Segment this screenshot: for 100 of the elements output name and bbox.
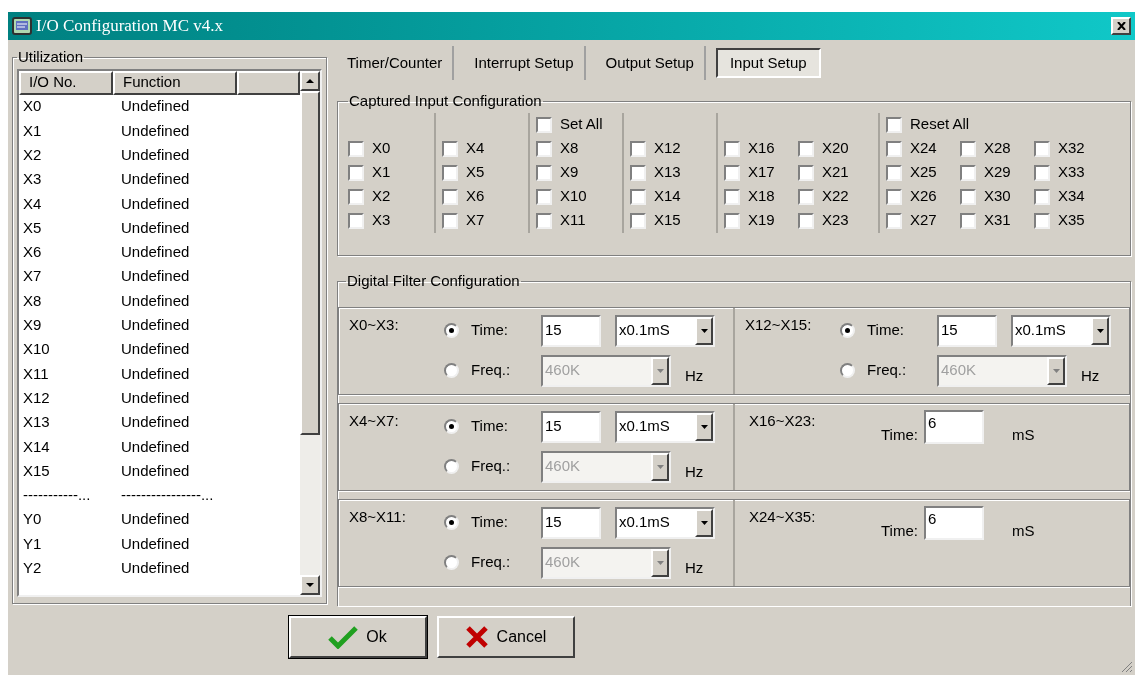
checkbox-label: X4 bbox=[466, 138, 485, 159]
radio-button[interactable] bbox=[840, 323, 855, 338]
checkbox[interactable] bbox=[1034, 188, 1050, 205]
dropdown-arrow-button[interactable] bbox=[1047, 356, 1065, 385]
time-field[interactable]: 6 bbox=[923, 409, 984, 444]
scroll-up-button[interactable] bbox=[300, 70, 320, 91]
checkbox[interactable] bbox=[536, 116, 552, 133]
checkbox[interactable] bbox=[724, 140, 740, 157]
dropdown-arrow-button[interactable] bbox=[1091, 316, 1109, 345]
checkbox[interactable] bbox=[630, 212, 646, 229]
checkbox[interactable] bbox=[348, 188, 364, 205]
time-field[interactable]: 15 bbox=[541, 506, 601, 539]
radio-button[interactable] bbox=[444, 515, 459, 530]
dropdown-arrow-button[interactable] bbox=[651, 356, 669, 385]
dropdown-arrow-button[interactable] bbox=[651, 452, 669, 481]
radio-button[interactable] bbox=[444, 459, 459, 474]
tab[interactable]: Input Setup bbox=[715, 48, 821, 78]
checkbox[interactable] bbox=[724, 164, 740, 181]
dropdown-arrow-button[interactable] bbox=[695, 316, 713, 345]
close-icon bbox=[1116, 22, 1126, 30]
unit-dropdown[interactable]: x0.1mS bbox=[615, 314, 715, 347]
table-cell-text: Undefined bbox=[120, 509, 190, 530]
checkbox[interactable] bbox=[798, 212, 814, 229]
dropdown-arrow-button[interactable] bbox=[695, 508, 713, 537]
checkbox[interactable] bbox=[348, 164, 364, 181]
checkbox-label: X5 bbox=[466, 162, 485, 183]
checkbox[interactable] bbox=[630, 164, 646, 181]
checkbox[interactable] bbox=[1034, 140, 1050, 157]
checkbox[interactable] bbox=[724, 188, 740, 205]
time-field[interactable]: 15 bbox=[541, 314, 601, 347]
checkbox[interactable] bbox=[442, 140, 458, 157]
table-cell-text: Undefined bbox=[120, 242, 190, 263]
radio-button[interactable] bbox=[444, 555, 459, 570]
dropdown-arrow-button[interactable] bbox=[651, 548, 669, 577]
checkbox-label: X3 bbox=[372, 210, 391, 231]
group-title: Digital Filter Configuration bbox=[346, 271, 521, 291]
checkbox[interactable] bbox=[630, 140, 646, 157]
group-title: Utilization bbox=[17, 47, 85, 67]
freq-label: Freq.: bbox=[471, 456, 512, 477]
checkbox[interactable] bbox=[798, 140, 814, 157]
table-cell-text: X3 bbox=[22, 169, 43, 190]
checkbox[interactable] bbox=[348, 140, 364, 157]
checkbox[interactable] bbox=[536, 188, 552, 205]
checkbox[interactable] bbox=[960, 164, 976, 181]
table-cell-text: X6 bbox=[22, 242, 43, 263]
unit-dropdown[interactable]: x0.1mS bbox=[615, 410, 715, 443]
checkbox-label: X12 bbox=[654, 138, 681, 159]
checkbox[interactable] bbox=[960, 212, 976, 229]
radio-button[interactable] bbox=[840, 363, 855, 378]
scrollbar[interactable] bbox=[300, 70, 320, 595]
column-header[interactable] bbox=[237, 70, 300, 95]
radio-button[interactable] bbox=[444, 323, 459, 338]
dropdown-arrow-button[interactable] bbox=[695, 412, 713, 441]
checkbox[interactable] bbox=[798, 164, 814, 181]
checkbox[interactable] bbox=[960, 140, 976, 157]
checkbox-label: X25 bbox=[910, 162, 937, 183]
checkbox[interactable] bbox=[724, 212, 740, 229]
checkbox[interactable] bbox=[536, 140, 552, 157]
ms-unit-label: mS bbox=[1011, 520, 1035, 541]
close-button[interactable] bbox=[1111, 17, 1131, 35]
checkbox[interactable] bbox=[886, 212, 902, 229]
tab[interactable]: Timer/Counter bbox=[337, 46, 455, 80]
freq-dropdown: 460K bbox=[541, 546, 671, 579]
scroll-thumb[interactable] bbox=[300, 90, 320, 435]
checkbox-label: X17 bbox=[748, 162, 775, 183]
time-field[interactable]: 15 bbox=[937, 314, 997, 347]
column-header[interactable]: Function bbox=[113, 70, 237, 95]
unit-dropdown[interactable]: x0.1mS bbox=[615, 506, 715, 539]
freq-label: Freq.: bbox=[471, 552, 512, 573]
checkbox[interactable] bbox=[886, 164, 902, 181]
checkbox-label: X30 bbox=[984, 186, 1011, 207]
checkbox[interactable] bbox=[442, 212, 458, 229]
checkbox[interactable] bbox=[886, 140, 902, 157]
column-header[interactable]: I/O No. bbox=[19, 70, 113, 95]
checkbox[interactable] bbox=[348, 212, 364, 229]
checkbox[interactable] bbox=[1034, 212, 1050, 229]
checkbox[interactable] bbox=[886, 188, 902, 205]
checkbox[interactable] bbox=[442, 164, 458, 181]
tab[interactable]: Interrupt Setup bbox=[464, 46, 586, 80]
checkbox[interactable] bbox=[630, 188, 646, 205]
radio-button[interactable] bbox=[444, 363, 459, 378]
window-title: I/O Configuration MC v4.x bbox=[36, 15, 224, 38]
checkbox[interactable] bbox=[886, 116, 902, 133]
tab[interactable]: Output Setup bbox=[595, 46, 706, 80]
time-field[interactable]: 6 bbox=[923, 505, 984, 540]
ok-button[interactable]: Ok bbox=[288, 616, 427, 658]
time-field[interactable]: 15 bbox=[541, 410, 601, 443]
checkbox[interactable] bbox=[536, 212, 552, 229]
scroll-down-button[interactable] bbox=[300, 574, 320, 595]
radio-button[interactable] bbox=[444, 419, 459, 434]
checkbox-label: Reset All bbox=[910, 114, 970, 135]
unit-dropdown[interactable]: x0.1mS bbox=[1011, 314, 1111, 347]
checkbox-label: X23 bbox=[822, 210, 849, 231]
table-cell-text: X0 bbox=[22, 96, 43, 117]
checkbox[interactable] bbox=[536, 164, 552, 181]
checkbox[interactable] bbox=[798, 188, 814, 205]
checkbox[interactable] bbox=[442, 188, 458, 205]
checkbox[interactable] bbox=[960, 188, 976, 205]
cancel-button[interactable]: Cancel bbox=[436, 616, 575, 658]
checkbox[interactable] bbox=[1034, 164, 1050, 181]
